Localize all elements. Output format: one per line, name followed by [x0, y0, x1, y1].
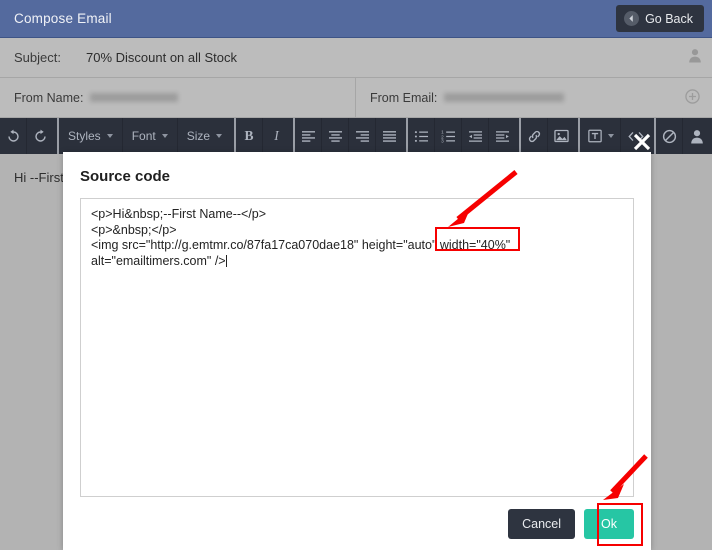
personalize-button[interactable] [683, 118, 710, 154]
size-dropdown[interactable]: Size [178, 118, 231, 154]
bullet-list-button[interactable] [408, 118, 436, 154]
toolbar-group-style: B I [234, 118, 290, 154]
user-icon[interactable] [688, 48, 702, 68]
indent-button[interactable] [489, 118, 516, 154]
insert-link-button[interactable] [521, 118, 549, 154]
align-right-button[interactable] [349, 118, 377, 154]
align-left-button[interactable] [295, 118, 323, 154]
dialog-actions: Cancel Ok [80, 509, 634, 539]
close-icon[interactable] [629, 129, 655, 155]
editor-toolbar: Styles Font Size B I 1 2 3 [0, 118, 712, 154]
bold-button[interactable]: B [236, 118, 264, 154]
from-email-value [444, 93, 565, 102]
page-title: Compose Email [14, 11, 112, 26]
font-dropdown[interactable]: Font [123, 118, 178, 154]
subject-row: Subject: 70% Discount on all Stock [0, 38, 712, 78]
italic-button[interactable]: I [263, 118, 290, 154]
toolbar-group-misc [654, 118, 710, 154]
font-dropdown-label: Font [131, 129, 156, 143]
chevron-down-icon [161, 134, 168, 138]
from-email-label: From Email: [370, 90, 438, 105]
chevron-down-icon [216, 134, 223, 138]
size-dropdown-label: Size [186, 129, 211, 143]
redo-button[interactable] [27, 118, 54, 154]
dialog-title: Source code [80, 168, 171, 185]
styles-dropdown[interactable]: Styles [59, 118, 123, 154]
styles-dropdown-label: Styles [68, 129, 101, 143]
text-box-icon [588, 129, 602, 143]
remove-format-button[interactable] [656, 118, 684, 154]
from-name-cell[interactable]: From Name: [0, 78, 356, 117]
plus-circle-icon[interactable] [685, 88, 700, 107]
numbered-list-button[interactable]: 123 [435, 118, 463, 154]
from-name-value [90, 93, 179, 102]
bold-icon: B [244, 128, 254, 143]
toolbar-group-history [0, 118, 54, 154]
align-center-button[interactable] [322, 118, 350, 154]
insert-image-button[interactable] [548, 118, 575, 154]
go-back-label: Go Back [645, 11, 693, 26]
italic-icon: I [274, 128, 279, 143]
subject-value[interactable]: 70% Discount on all Stock [86, 50, 237, 65]
source-code-text: <p>Hi&nbsp;--First Name--</p> <p>&nbsp;<… [91, 207, 511, 268]
svg-text:3: 3 [441, 138, 444, 142]
ok-button[interactable]: Ok [584, 509, 634, 539]
toolbar-group-align [293, 118, 403, 154]
toolbar-group-insert [519, 118, 575, 154]
undo-button[interactable] [0, 118, 27, 154]
text-cursor [225, 254, 227, 267]
outdent-button[interactable] [462, 118, 490, 154]
merge-tag-dropdown[interactable] [580, 118, 622, 154]
arrow-left-circle-icon [624, 11, 640, 26]
source-code-dialog: Source code <p>Hi&nbsp;--First Name--</p… [63, 133, 651, 550]
from-row: From Name: From Email: [0, 78, 712, 118]
subject-label: Subject: [14, 50, 61, 65]
toolbar-group-dropdowns: Styles Font Size [57, 118, 231, 154]
chevron-down-icon [608, 134, 615, 138]
go-back-button[interactable]: Go Back [616, 5, 704, 32]
source-code-textarea[interactable]: <p>Hi&nbsp;--First Name--</p> <p>&nbsp;<… [80, 198, 634, 497]
from-email-cell[interactable]: From Email: [356, 78, 712, 117]
title-bar: Compose Email Go Back [0, 0, 712, 38]
chevron-down-icon [106, 134, 113, 138]
from-name-label: From Name: [14, 90, 84, 105]
cancel-button[interactable]: Cancel [508, 509, 576, 539]
toolbar-group-lists: 123 [406, 118, 516, 154]
align-justify-button[interactable] [376, 118, 403, 154]
